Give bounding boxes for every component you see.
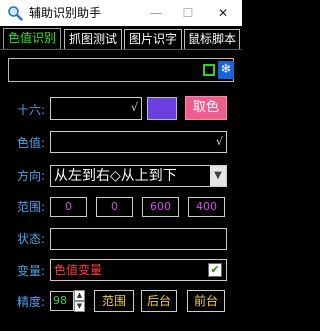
color-value-input[interactable]: √ <box>50 131 227 153</box>
hex-input[interactable]: √ <box>50 97 142 120</box>
variable-checkbox[interactable]: ✔ <box>208 263 222 277</box>
magnifier-icon <box>8 6 23 21</box>
direction-selected-value: 从左到右◇从上到下 <box>54 168 177 184</box>
precision-stepper[interactable]: ▲ ▼ <box>74 290 85 312</box>
tab-image-ocr[interactable]: 图片识字 <box>124 29 182 49</box>
direction-select[interactable]: 从左到右◇从上到下 ▼ <box>50 165 227 187</box>
top-input-field[interactable]: ❄ <box>8 58 234 82</box>
variable-label: 变量: <box>17 264 46 278</box>
pick-color-button[interactable]: 取色 <box>185 96 227 120</box>
check-signature-icon: √ <box>215 135 223 148</box>
color-swatch <box>147 97 177 120</box>
range-x2-input[interactable]: 600 <box>142 197 179 217</box>
range-label: 范围: <box>17 200 46 214</box>
tab-color-recognition[interactable]: 色值识别 <box>3 28 61 49</box>
tab-bar: 色值识别 抓图测试 图片识字 鼠标脚本 <box>0 26 242 50</box>
chevron-down-icon[interactable]: ▼ <box>210 166 226 186</box>
tab-capture-test[interactable]: 抓图测试 <box>64 29 122 49</box>
foreground-button[interactable]: 前台 <box>187 290 225 312</box>
color-value-label: 色值: <box>17 136 46 150</box>
status-input[interactable] <box>50 228 227 250</box>
hex-label: 十六: <box>17 103 46 117</box>
range-y1-input[interactable]: 0 <box>96 197 133 217</box>
range-y2-input[interactable]: 400 <box>188 197 225 217</box>
chevron-up-icon[interactable]: ▲ <box>74 290 85 301</box>
tab-mouse-script[interactable]: 鼠标脚本 <box>184 29 240 49</box>
green-checkbox[interactable] <box>203 64 215 76</box>
title-bar: 辅助识别助手 — ☐ ✕ <box>0 0 242 26</box>
check-signature-icon: √ <box>130 101 138 114</box>
direction-label: 方向: <box>17 169 46 183</box>
window-title: 辅助识别助手 <box>29 6 102 20</box>
precision-label: 精度: <box>17 295 46 309</box>
background-button[interactable]: 后台 <box>141 290 177 312</box>
close-button[interactable]: ✕ <box>207 0 239 26</box>
range-x1-input[interactable]: 0 <box>50 197 87 217</box>
status-label: 状态: <box>17 232 46 246</box>
variable-input[interactable]: 色值变量 ✔ <box>50 259 227 281</box>
chevron-down-icon[interactable]: ▼ <box>74 301 85 312</box>
minimize-button[interactable]: — <box>140 0 172 26</box>
maximize-button[interactable]: ☐ <box>172 0 204 26</box>
range-button[interactable]: 范围 <box>94 290 134 312</box>
precision-value: 98 <box>53 294 67 307</box>
variable-value: 色值变量 <box>54 263 103 277</box>
precision-input[interactable]: 98 <box>50 291 74 311</box>
snowflake-button[interactable]: ❄ <box>218 61 234 79</box>
